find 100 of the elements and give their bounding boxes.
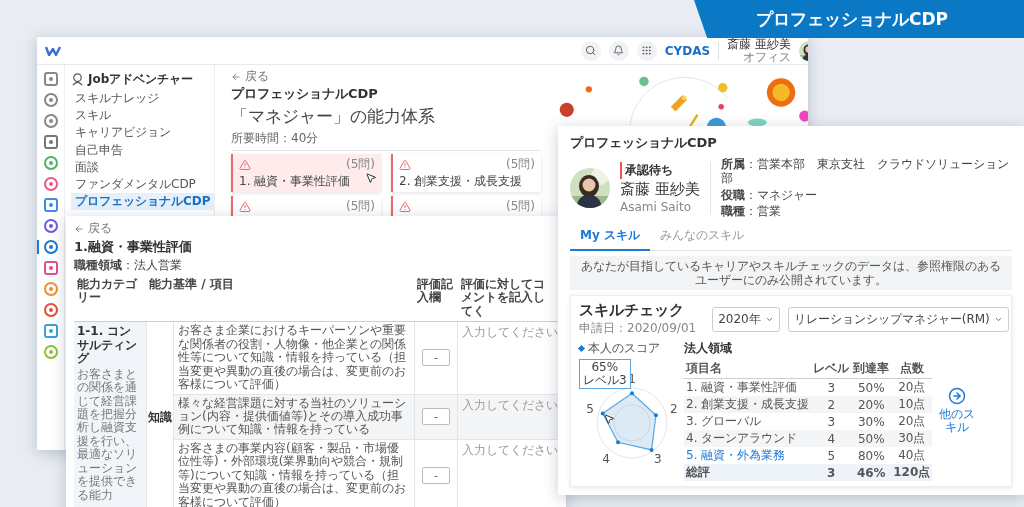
item-link[interactable]: 5. 融資・外為業務 — [684, 447, 812, 465]
table-cell: 10点 — [891, 396, 933, 414]
duration-text: 所要時間：40分 — [231, 130, 319, 147]
card-label: 1. 融資・事業性評価 — [239, 173, 351, 190]
total-cell: 46% — [851, 464, 892, 482]
banner-title: プロフェッショナルCDP — [756, 7, 949, 31]
tooltip-text: レベル3 — [583, 373, 627, 387]
warning-icon — [239, 158, 251, 171]
user-name: 斎藤 亜紗美 — [620, 179, 700, 199]
apps-button[interactable] — [636, 40, 657, 61]
column-header: 項目名 — [684, 359, 812, 379]
sidebar-item[interactable]: スキル — [71, 107, 214, 125]
skill-card[interactable]: (5問) — [391, 196, 541, 217]
user-location: オフィス — [743, 50, 791, 64]
bell-icon — [613, 45, 625, 56]
sidebar-item[interactable]: プロフェッショナルCDP — [71, 193, 214, 211]
skill-card[interactable]: (5問) 2. 創業支援・成長支援 — [391, 154, 541, 192]
axis-label: 5 — [586, 402, 594, 417]
search-icon — [585, 45, 597, 56]
category-description: お客さまとの関係を通じて経営課題を把握分析し融資支援を行い、最適なソリューションを提供できる能力 — [77, 367, 138, 502]
profile-detail: 職種：営業 — [720, 204, 782, 219]
score-polygon — [600, 391, 658, 453]
sidebar-item[interactable]: キャリアビジョン — [71, 124, 214, 142]
score-select[interactable]: - — [422, 408, 450, 426]
column-header: 到達率 — [851, 359, 892, 379]
question-count: (5問) — [506, 156, 535, 173]
table-cell: 3. グローバル — [684, 413, 812, 431]
skill-card[interactable]: (5問) 1. 融資・事業性評価 — [231, 154, 381, 192]
legend-marker — [577, 345, 586, 353]
tooltip-text: 65% — [591, 361, 619, 374]
back-link[interactable]: 戻る — [74, 220, 112, 237]
warning-icon — [399, 158, 411, 171]
user-name: 斎藤 亜紗美 — [727, 37, 791, 51]
sidebar-item[interactable]: ファンダメンタルCDP — [71, 175, 214, 194]
criterion-cell: お客さま企業におけるキーパーソンや重要な関係者の役割・人物像・他企業との関係性等について知識・情報を持っている（担当変更や異動の直後の場合は、変更前のお客様について評価） — [174, 322, 414, 395]
page-title: プロフェッショナルCDP — [570, 134, 718, 152]
tab[interactable]: My スキル — [570, 223, 650, 251]
table-cell: 4 — [811, 430, 852, 448]
table-cell: 20点 — [891, 413, 933, 431]
page-title: プロフェッショナルCDP — [231, 85, 378, 103]
legend-label: 本人のスコア — [588, 340, 660, 358]
cursor-icon — [603, 413, 615, 426]
back-link[interactable]: 戻る — [231, 68, 269, 85]
table-cell: 2. 創業支援・成長支援 — [684, 396, 812, 414]
job-area-text: 職種領域：法人営業 — [74, 257, 182, 274]
axis-label: 4 — [602, 451, 610, 466]
page-title: 1.融資・事業性評価 — [74, 238, 192, 256]
table-cell: 3 — [811, 413, 852, 431]
total-cell: 3 — [811, 464, 852, 482]
privacy-notice: あなたが目指しているキャリアやスキルチェックのデータは、参照権限のあるユーザーにのみ公開されています。 — [570, 255, 1012, 291]
search-button[interactable] — [580, 40, 601, 61]
warning-icon — [239, 200, 251, 213]
section-heading: 「マネジャー」の能力体系 — [231, 105, 435, 128]
axis-label: 2 — [670, 402, 678, 417]
profile-detail: 所属：営業本部 東京支社 クラウドソリューション部 — [720, 157, 1010, 186]
card-label: 2. 創業支援・成長支援 — [399, 173, 523, 190]
warning-icon — [399, 200, 411, 213]
grid-icon — [641, 45, 653, 56]
score-select[interactable]: - — [422, 349, 450, 367]
column-header: 点数 — [891, 359, 933, 379]
arrow-left-icon — [231, 71, 241, 82]
question-count: (5問) — [346, 156, 375, 173]
table-title: 法人領域 — [684, 340, 732, 358]
brand-logo: CYDAS — [664, 43, 711, 58]
sidebar-item[interactable]: スキルナレッジ — [71, 90, 214, 108]
question-count: (5問) — [506, 198, 535, 215]
category-title: 1-1. コンサルティング — [77, 325, 138, 366]
cursor-icon — [365, 172, 377, 184]
arrow-left-icon — [74, 223, 84, 234]
total-cell: 総評 — [684, 464, 812, 482]
notification-button[interactable] — [608, 40, 629, 61]
year-select[interactable]: 2020年 — [712, 306, 780, 332]
sidebar-title: Jobアドベンチャー — [88, 71, 194, 88]
table-cell: 4. ターンアラウンド — [684, 430, 812, 448]
axis-label: 3 — [654, 451, 662, 466]
column-header: レベル — [811, 359, 852, 379]
criterion-cell: 様々な経営課題に対する当社のソリューション(内容・提供価値等)とその導入成功事例について知識・情報を持っている — [174, 394, 414, 440]
role-select[interactable]: リレーションシップマネジャー(RM) — [787, 306, 1009, 332]
arrow-right-circle-icon — [948, 387, 967, 406]
status-label: 承認待ち — [620, 161, 673, 179]
user-romaji-name: Asami Saito — [620, 199, 691, 214]
logo-icon — [45, 45, 61, 56]
group-label: 知識 — [148, 408, 172, 426]
table-cell: 40点 — [891, 447, 933, 465]
other-skills-button[interactable]: 他のスキル — [937, 387, 978, 435]
profile-detail: 役職：マネジャー — [720, 187, 818, 203]
card-title: スキルチェック — [579, 301, 684, 321]
sidebar-item[interactable]: 自己申告 — [71, 141, 214, 159]
table-cell: 30% — [851, 413, 892, 431]
table-cell: 20% — [851, 396, 892, 414]
table-cell: 2 — [811, 396, 852, 414]
skill-card[interactable]: (5問) — [231, 196, 381, 217]
table-cell: 5 — [811, 447, 852, 465]
score-select[interactable]: - — [422, 466, 450, 484]
person-icon — [71, 73, 84, 86]
table-cell: 50% — [851, 430, 892, 448]
sidebar-item[interactable]: 面談 — [71, 158, 214, 176]
table-cell: 30点 — [891, 430, 933, 448]
total-cell: 120点 — [891, 464, 933, 482]
application-date: 申請日：2020/09/01 — [579, 320, 697, 338]
